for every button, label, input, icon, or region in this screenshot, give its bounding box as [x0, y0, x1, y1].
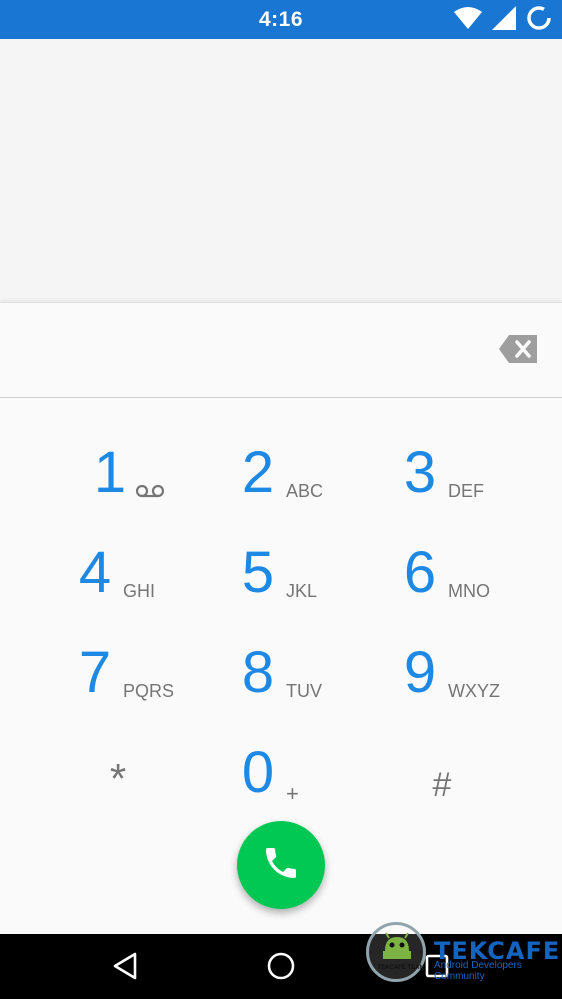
sync-icon	[526, 5, 552, 36]
key-4[interactable]: 4 GHI	[65, 523, 227, 623]
key-letters: ABC	[286, 481, 324, 501]
key-digit: *	[109, 755, 127, 802]
voicemail-icon	[135, 484, 165, 503]
key-digit: 3	[403, 440, 437, 505]
backspace-button[interactable]	[496, 333, 540, 369]
digits-row	[0, 303, 562, 397]
back-button[interactable]	[105, 948, 145, 988]
key-3[interactable]: 3 DEF	[390, 423, 552, 523]
recent-calls-area	[0, 39, 562, 303]
key-digit: 7	[78, 640, 112, 705]
key-hash[interactable]: #	[412, 723, 562, 823]
key-5[interactable]: 5 JKL	[228, 523, 390, 623]
key-9[interactable]: 9 WXYZ	[390, 623, 552, 723]
key-digit: 0	[241, 740, 275, 805]
key-digit: 2	[241, 440, 275, 505]
signal-icon	[492, 5, 516, 35]
key-2[interactable]: 2 ABC	[228, 423, 390, 523]
status-icons	[454, 5, 552, 36]
back-icon	[111, 951, 139, 986]
key-digit: 9	[403, 640, 437, 705]
watermark-badge: TEKCAFE TEAM	[366, 922, 426, 982]
digits-input[interactable]	[24, 323, 468, 379]
watermark: TEKCAFE TEAM TEKCAFE Android Developers …	[366, 920, 559, 990]
wifi-icon	[454, 6, 482, 34]
key-7[interactable]: 7 PQRS	[65, 623, 227, 723]
key-digit: 6	[403, 540, 437, 605]
key-6[interactable]: 6 MNO	[390, 523, 552, 623]
divider	[0, 397, 562, 398]
watermark-badge-text: TEKCAFE TEAM	[377, 965, 425, 971]
key-letters: +	[286, 781, 299, 806]
key-digit: #	[432, 766, 452, 804]
key-8[interactable]: 8 TUV	[228, 623, 390, 723]
phone-icon	[261, 843, 301, 888]
key-letters: MNO	[448, 581, 490, 601]
key-star[interactable]: *	[88, 723, 250, 823]
watermark-subtitle: Android Developers Community	[434, 960, 522, 982]
key-letters: WXYZ	[448, 681, 500, 701]
key-digit: 8	[241, 640, 275, 705]
key-letters: TUV	[286, 681, 322, 701]
key-0[interactable]: 0 +	[228, 723, 390, 823]
key-digit: 4	[78, 540, 112, 605]
key-letters: DEF	[448, 481, 484, 501]
home-button[interactable]	[261, 948, 301, 988]
home-icon	[266, 951, 296, 986]
call-button[interactable]	[237, 821, 325, 909]
status-bar: 4:16	[0, 0, 562, 39]
key-letters: JKL	[286, 581, 318, 601]
key-digit: 5	[241, 540, 275, 605]
backspace-icon	[499, 334, 537, 368]
key-letters: GHI	[123, 581, 156, 601]
key-1[interactable]: 1	[80, 423, 242, 523]
key-digit: 1	[93, 440, 127, 505]
android-logo-icon	[383, 932, 411, 959]
key-letters: PQRS	[123, 681, 175, 701]
